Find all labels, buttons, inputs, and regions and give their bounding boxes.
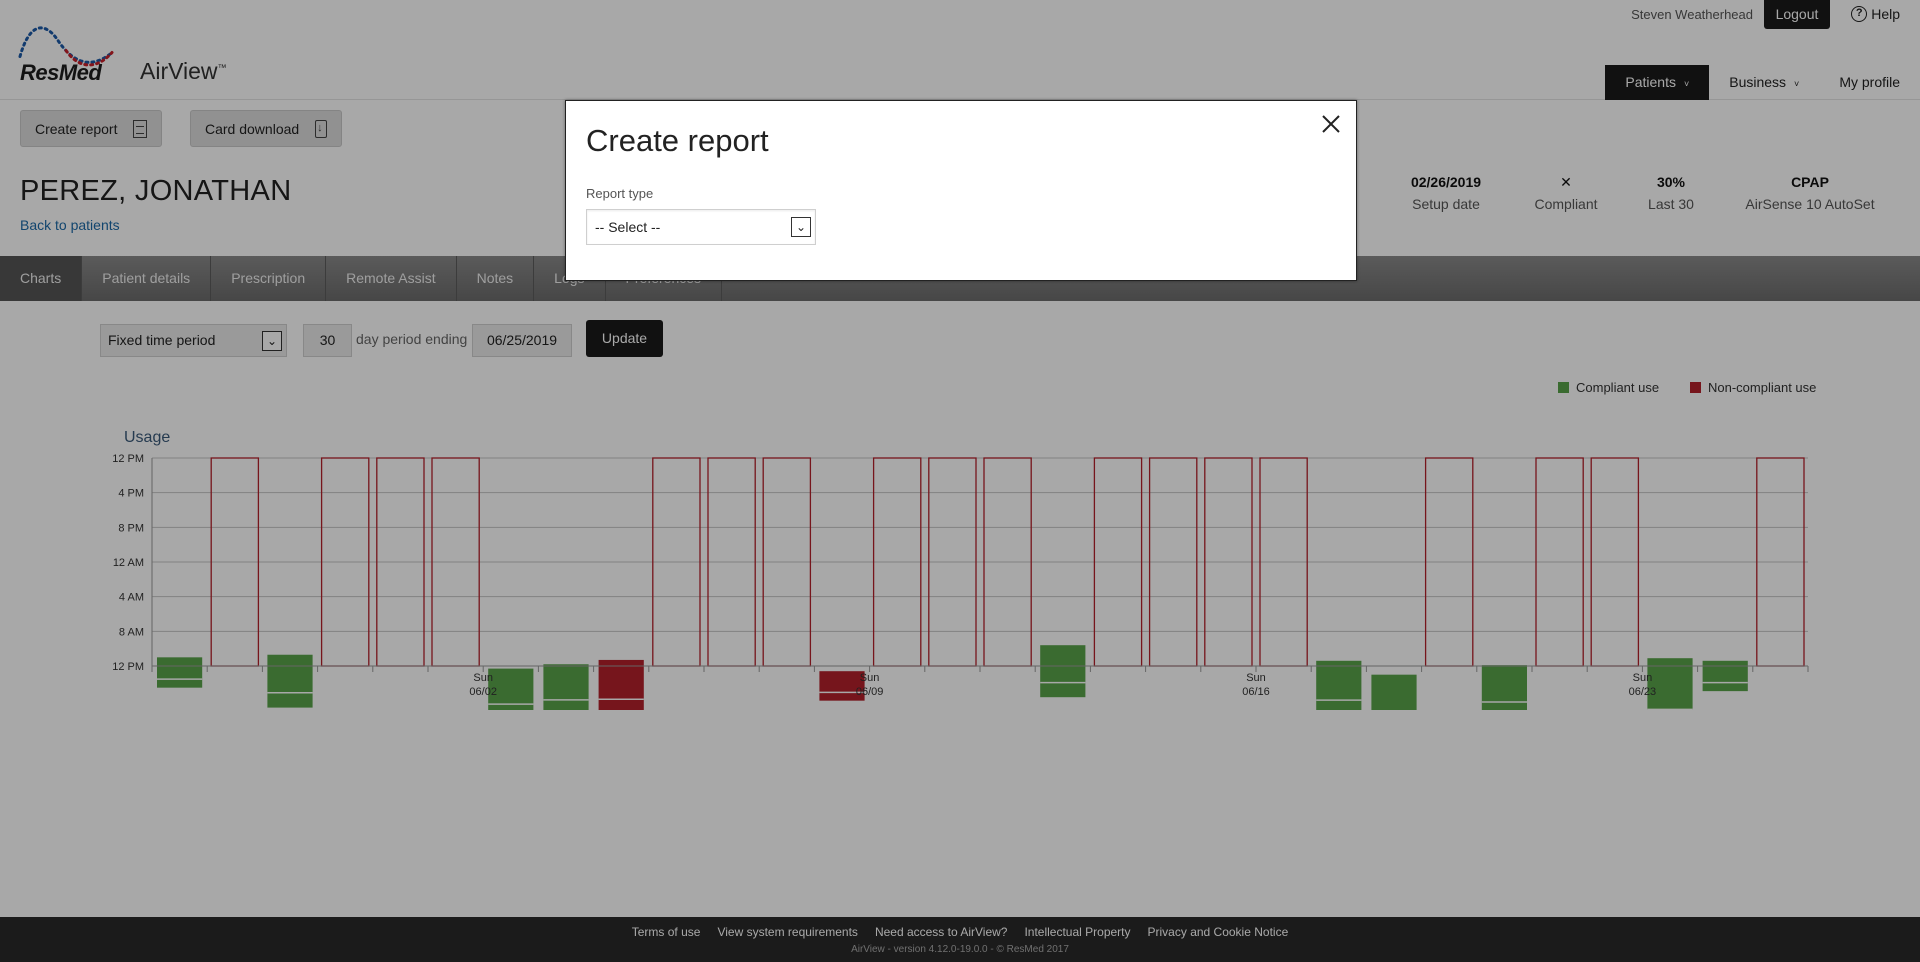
dialog-title: Create report [586, 123, 769, 158]
report-type-select[interactable]: -- Select -- ⌄ [586, 209, 816, 245]
create-report-dialog: Create report Report type -- Select -- ⌄ [565, 100, 1357, 281]
close-icon[interactable] [1320, 113, 1342, 135]
report-type-label: Report type [586, 186, 654, 201]
chevron-down-icon: ⌄ [791, 217, 811, 237]
